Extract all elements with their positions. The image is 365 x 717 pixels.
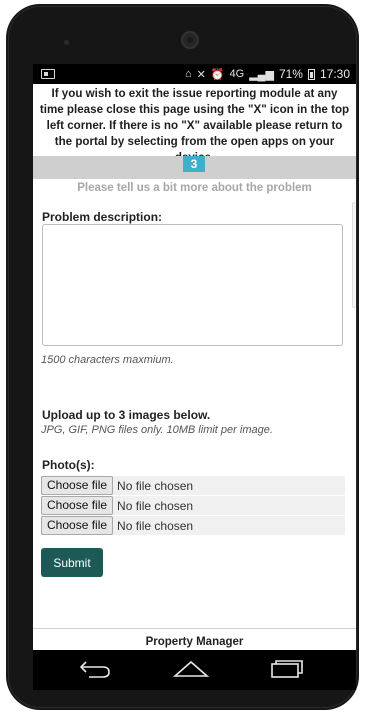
home-icon[interactable] [172,658,210,680]
status-icons: ⌂ ✕ ⏰ 4G ▂▄▆ 71% 17:30 [185,67,350,81]
phone-frame: ⌂ ✕ ⏰ 4G ▂▄▆ 71% 17:30 If you wish to ex… [6,4,359,710]
file-input-1: Choose file No file chosen [41,476,345,495]
photos-label: Photo(s): [42,458,95,472]
upload-hint: JPG, GIF, PNG files only. 10MB limit per… [41,424,273,436]
exit-notice: If you wish to exit the issue reporting … [39,87,350,164]
screen: ⌂ ✕ ⏰ 4G ▂▄▆ 71% 17:30 If you wish to ex… [33,64,356,690]
notification-icon [41,69,55,79]
footer-divider [33,628,356,629]
form-subtitle: Please tell us a bit more about the prob… [77,182,312,194]
signal-icon: ▂▄▆ [249,68,274,81]
android-nav-bar [33,650,356,690]
choose-file-button-1[interactable]: Choose file [41,476,114,495]
upload-title: Upload up to 3 images below. [42,408,211,422]
footer-title: Property Manager [145,636,244,648]
battery-icon [307,68,315,80]
submit-button[interactable]: Submit [41,548,103,577]
file-input-2: Choose file No file chosen [41,496,345,515]
status-bar: ⌂ ✕ ⏰ 4G ▂▄▆ 71% 17:30 [33,64,356,84]
network-type: 4G [229,68,245,80]
back-arrow-icon[interactable] [77,658,113,680]
file-status-3: No file chosen [117,518,194,533]
file-input-3: Choose file No file chosen [41,516,345,535]
choose-file-button-2[interactable]: Choose file [41,496,114,515]
file-status-1: No file chosen [117,478,194,493]
page-scrollbar[interactable] [352,202,356,308]
mute-icon: ✕ [196,68,206,81]
nfc-icon: ⌂ [184,68,192,80]
sensor-dot [64,40,69,45]
problem-description-label: Problem description: [42,210,163,224]
alarm-icon: ⏰ [210,68,225,81]
front-camera [181,31,199,49]
step-indicator: 3 [183,156,205,172]
problem-description-textarea[interactable] [42,224,343,346]
recent-apps-icon[interactable] [268,658,304,680]
choose-file-button-3[interactable]: Choose file [41,516,114,535]
file-status-2: No file chosen [117,498,194,513]
battery-percent: 71% [278,67,303,81]
clock: 17:30 [319,67,350,81]
char-limit-note: 1500 characters maxmium. [41,354,174,366]
